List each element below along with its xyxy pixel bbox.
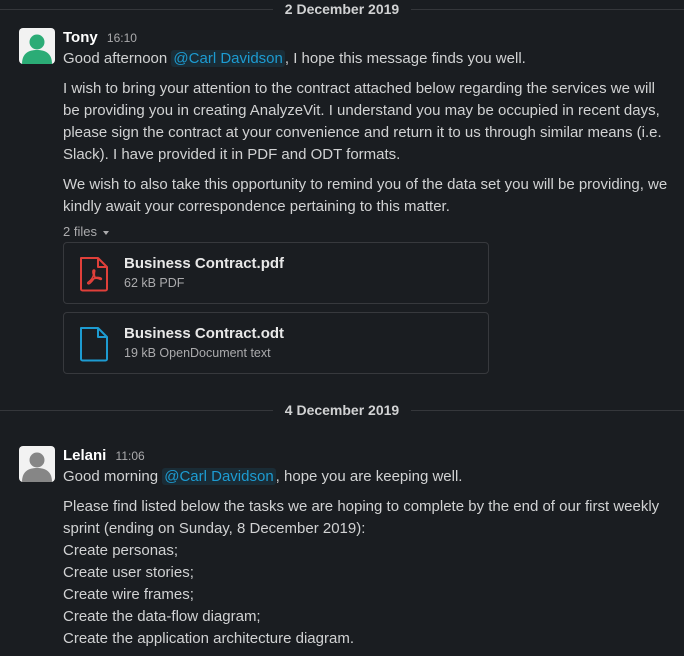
timestamp[interactable]: 11:06 xyxy=(116,449,145,463)
list-item: Create personas; xyxy=(63,542,179,559)
greeting-text-rest: , hope you are keeping well. xyxy=(275,468,463,485)
document-file-icon xyxy=(78,326,110,362)
message-paragraph: I wish to bring your attention to the co… xyxy=(63,80,662,163)
date-divider: 4 December 2019 xyxy=(0,400,684,420)
message-paragraph: We wish to also take this opportunity to… xyxy=(63,176,668,215)
author-name[interactable]: Tony xyxy=(63,29,98,46)
file-attachment-pdf[interactable]: Business Contract.pdf 62 kB PDF xyxy=(63,242,489,304)
list-item: Create the data-flow diagram; xyxy=(63,608,261,625)
date-divider-label[interactable]: 2 December 2019 xyxy=(272,0,412,19)
greeting-text-rest: , I hope this message finds you well. xyxy=(284,50,526,67)
date-divider: 2 December 2019 xyxy=(0,0,684,19)
task-list: Create personas; Create user stories; Cr… xyxy=(63,540,672,650)
avatar[interactable] xyxy=(19,28,55,64)
list-item: Create wire frames; xyxy=(63,586,194,603)
caret-down-icon xyxy=(102,230,109,235)
file-meta: 19 kB OpenDocument text xyxy=(124,346,271,360)
date-divider-label[interactable]: 4 December 2019 xyxy=(272,400,412,420)
list-item: Create the application architecture diag… xyxy=(63,630,354,647)
message-text: Good morning @Carl Davidson, hope you ar… xyxy=(63,466,672,488)
list-item: Create user stories; xyxy=(63,564,194,581)
avatar[interactable] xyxy=(19,446,55,482)
greeting-text: Good afternoon xyxy=(63,50,172,67)
timestamp[interactable]: 16:10 xyxy=(107,31,137,45)
file-attachment-odt[interactable]: Business Contract.odt 19 kB OpenDocument… xyxy=(63,312,489,374)
file-name: Business Contract.pdf xyxy=(124,255,285,272)
user-mention[interactable]: @Carl Davidson xyxy=(162,468,276,485)
files-count: 2 files xyxy=(63,224,97,239)
file-meta: 62 kB PDF xyxy=(124,276,185,290)
pdf-file-icon xyxy=(78,256,110,292)
greeting-text: Good morning xyxy=(63,468,163,485)
user-mention[interactable]: @Carl Davidson xyxy=(171,50,285,67)
message-text: Good afternoon @Carl Davidson, I hope th… xyxy=(63,48,672,70)
files-toggle[interactable]: 2 files xyxy=(63,223,672,241)
file-name: Business Contract.odt xyxy=(124,325,285,342)
author-name[interactable]: Lelani xyxy=(63,447,106,464)
message-paragraph: Please find listed below the tasks we ar… xyxy=(63,498,660,537)
